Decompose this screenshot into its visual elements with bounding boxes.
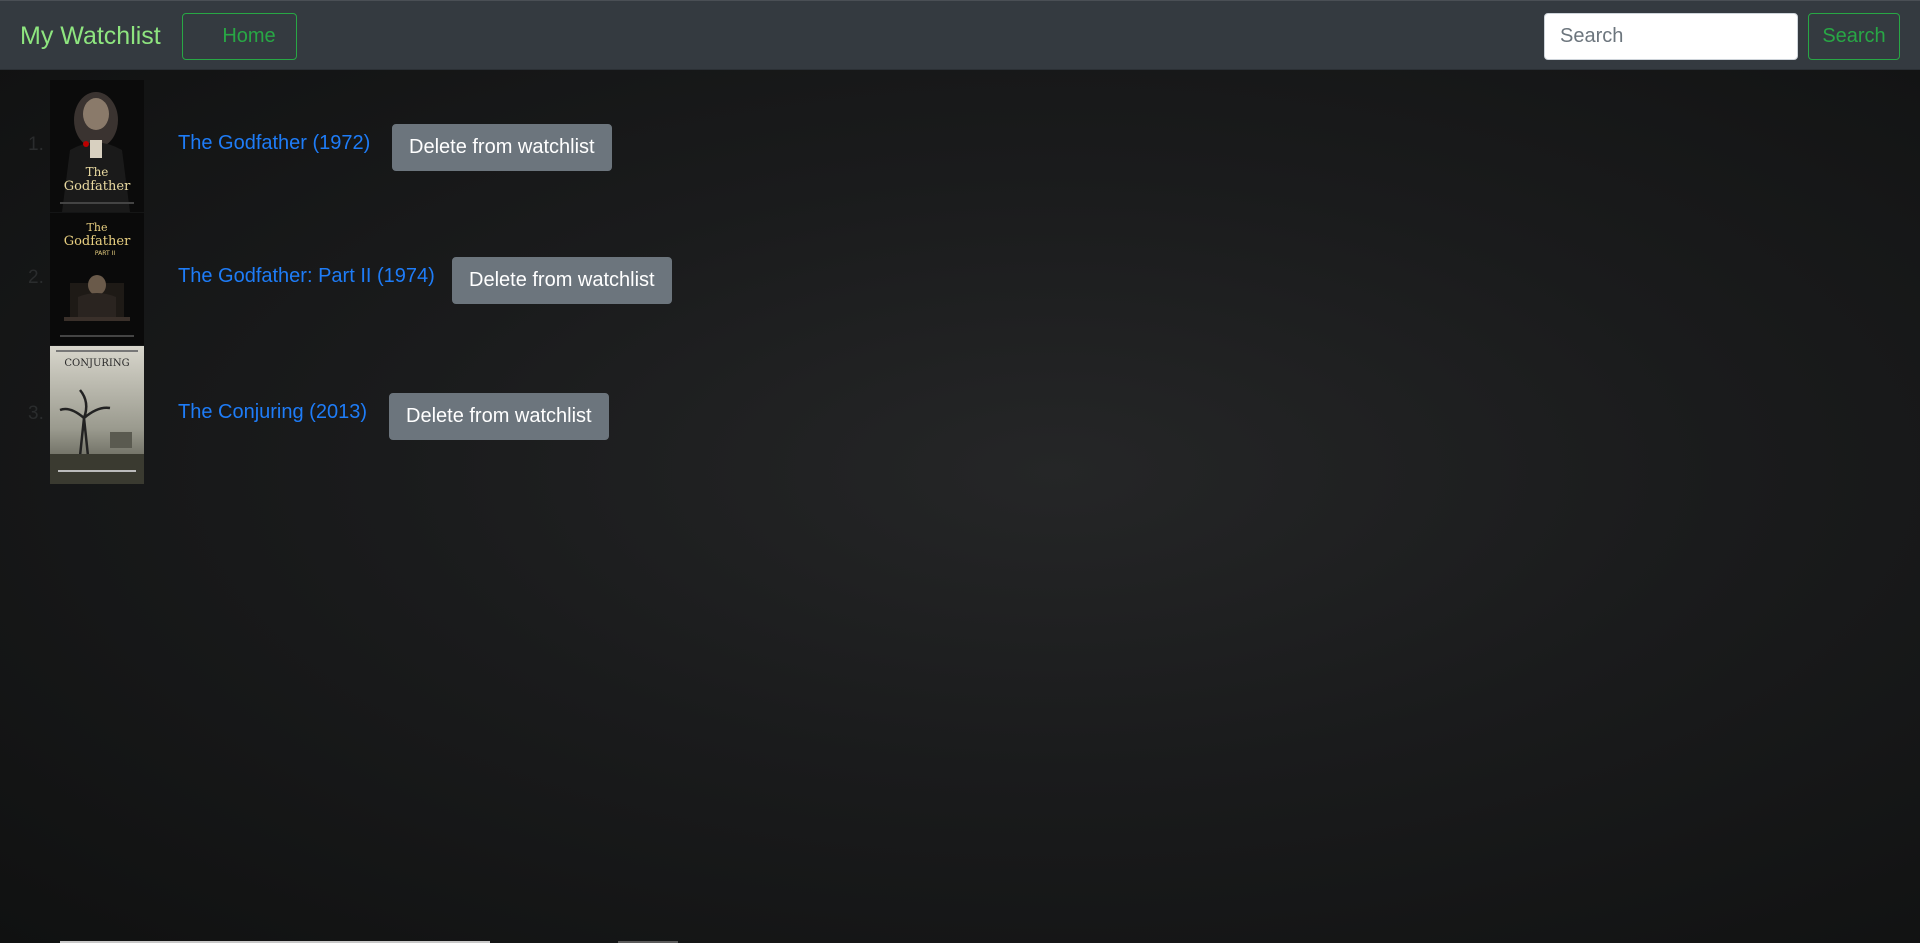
movie-title-link[interactable]: The Conjuring (2013): [178, 401, 367, 424]
godfather-poster-image: The Godfather: [50, 80, 144, 212]
delete-from-watchlist-button[interactable]: Delete from watchlist: [452, 257, 672, 304]
delete-from-watchlist-button[interactable]: Delete from watchlist: [392, 124, 612, 171]
navbar: My Watchlist Home Search: [0, 0, 1920, 70]
svg-text:The: The: [87, 221, 108, 234]
delete-from-watchlist-button[interactable]: Delete from watchlist: [389, 393, 609, 440]
movie-title-link[interactable]: The Godfather: Part II (1974): [178, 265, 435, 288]
search-input[interactable]: [1544, 13, 1798, 60]
brand-title[interactable]: My Watchlist: [20, 21, 161, 51]
svg-text:Godfather: Godfather: [64, 234, 131, 249]
movie-title-link[interactable]: The Godfather (1972): [178, 132, 370, 155]
home-button[interactable]: Home: [182, 13, 297, 60]
svg-text:CONJURING: CONJURING: [64, 358, 129, 369]
search-button[interactable]: Search: [1808, 13, 1900, 60]
svg-text:PART II: PART II: [95, 250, 115, 257]
list-number: 2.: [28, 267, 44, 288]
svg-text:The: The: [86, 165, 109, 179]
list-number: 3.: [28, 403, 44, 424]
godfather-part-2-poster-image: The Godfather PART II: [50, 213, 144, 345]
svg-text:Godfather: Godfather: [64, 179, 131, 194]
list-number: 1.: [28, 134, 44, 155]
the-conjuring-poster-image: CONJURING: [50, 346, 144, 484]
